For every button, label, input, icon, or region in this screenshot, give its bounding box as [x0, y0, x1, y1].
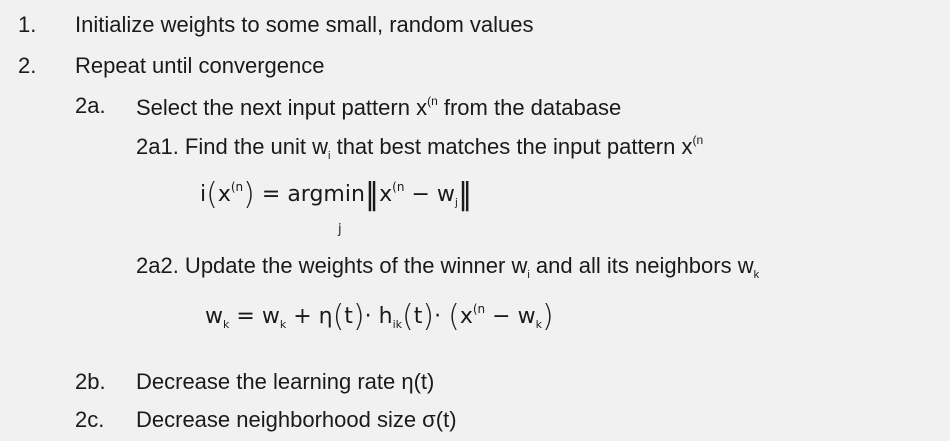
step-2a1-text: 2a1. Find the unit wi that best matches …	[136, 133, 704, 162]
step-2b-text: Decrease the learning rate η(t)	[136, 369, 435, 394]
step-2c-number: 2c.	[75, 407, 105, 432]
step-2-number: 2.	[18, 53, 37, 78]
step-2a-number: 2a.	[75, 93, 106, 118]
formula-weight-update: wk = wk + η(t)· hik(t)· (x(n − wk)	[205, 299, 554, 334]
formula-best-match: i(x(n) = argmin|| x(n − wj||	[200, 177, 472, 212]
step-1-number: 1.	[18, 12, 37, 37]
step-2a2-text: 2a2. Update the weights of the winner wi…	[136, 253, 760, 281]
argmin-subscript: j	[338, 222, 342, 237]
step-2a-text: Select the next input pattern x(n from t…	[136, 94, 622, 120]
step-2b-number: 2b.	[75, 369, 106, 394]
step-2-text: Repeat until convergence	[75, 53, 325, 78]
step-1-text: Initialize weights to some small, random…	[75, 12, 534, 37]
step-2c-text: Decrease neighborhood size σ(t)	[136, 407, 457, 432]
